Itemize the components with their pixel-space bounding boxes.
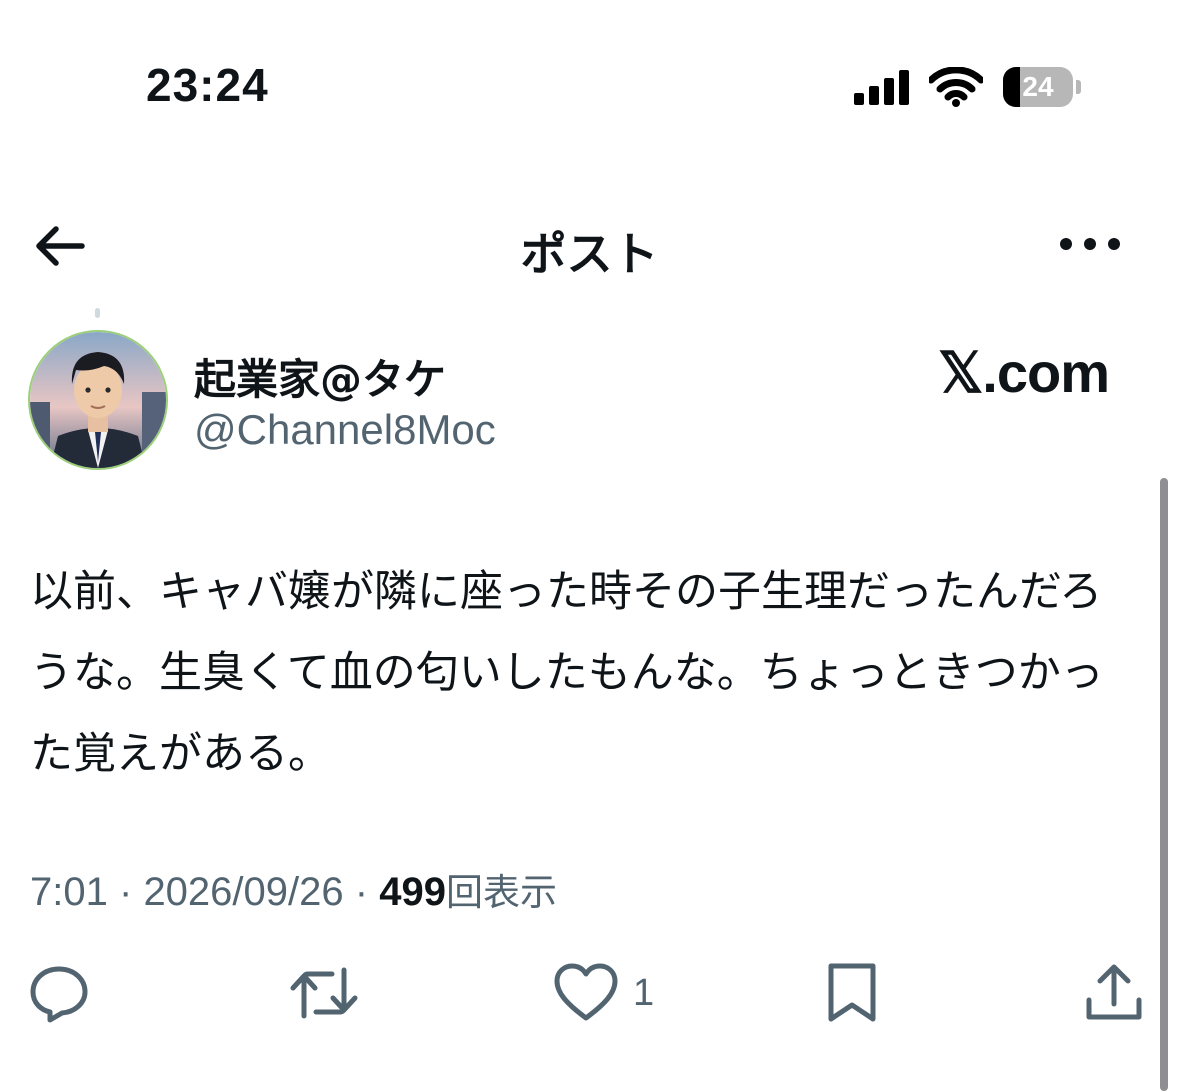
status-time: 23:24 [146,59,269,111]
nav-bar: ポスト [0,200,1179,290]
like-count: 1 [633,971,655,1014]
battery-icon: 24 [1003,67,1073,107]
heart-icon [554,963,618,1021]
page-title: ポスト [520,227,659,281]
cellular-signal-icon [854,69,909,105]
repost-button[interactable] [288,958,360,1028]
views-count: 499 [379,870,446,914]
more-horizontal-icon [1060,238,1120,250]
like-button[interactable]: 1 [553,958,654,1028]
bookmark-button[interactable] [824,958,880,1028]
post-date[interactable]: 2026/09/26 [143,870,343,914]
views-label: 回表示 [445,871,557,914]
battery-nub [1076,80,1081,94]
avatar-illustration-icon [30,332,166,468]
post-text: 以前、キャバ嬢が隣に座った時その子生理だったんだろうな。生臭くて血の匂いしたもん… [30,567,1104,779]
x-watermark: 𝕏.com [938,341,1110,404]
share-button[interactable] [1084,958,1144,1028]
post-meta: 7:01 · 2026/09/26 · 499回表示 [30,862,557,916]
meta-separator: · [354,870,369,914]
share-icon [1086,964,1142,1020]
scrollbar[interactable] [1160,478,1168,1091]
post-time[interactable]: 7:01 [30,870,108,914]
repost-icon [290,967,358,1019]
reply-icon [30,966,88,1023]
bookmark-icon [828,963,876,1022]
author-display-name[interactable]: 起業家@タケ [194,346,446,407]
status-icons: 24 [854,66,1081,108]
more-button[interactable] [1055,226,1125,262]
wifi-icon [929,67,983,107]
battery-level: 24 [1022,71,1054,102]
avatar[interactable] [28,330,168,470]
thread-connector-line [95,308,100,318]
meta-separator: · [118,870,133,914]
reply-button[interactable] [28,958,90,1028]
author-handle[interactable]: @Channel8Moc [194,406,496,454]
